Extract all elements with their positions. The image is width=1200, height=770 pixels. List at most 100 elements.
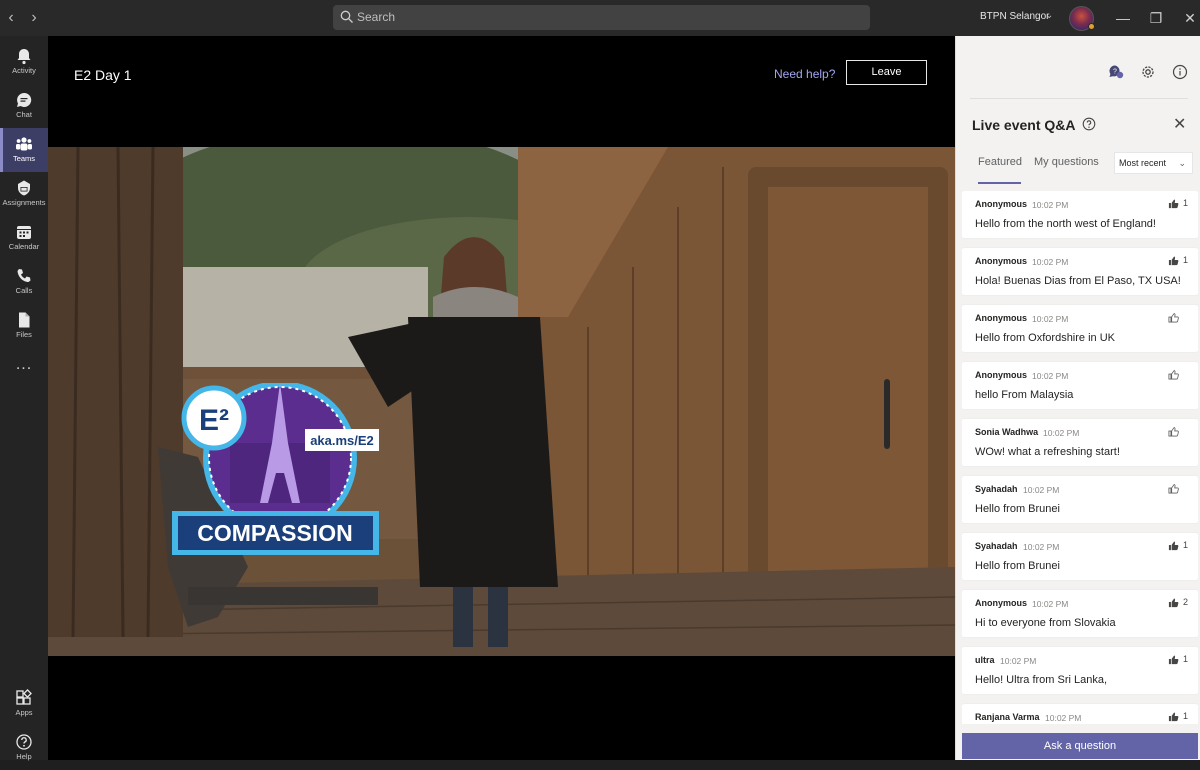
question-text: WOw! what a refreshing start!	[975, 446, 1120, 458]
presence-status-icon	[1088, 23, 1095, 30]
teams-icon	[16, 137, 32, 151]
tab-my-questions[interactable]: My questions	[1034, 156, 1099, 168]
rail-label: Files	[16, 330, 32, 339]
like-count: 2	[1183, 597, 1189, 607]
close-icon[interactable]: ✕	[1181, 9, 1199, 27]
rail-item-apps[interactable]: Apps	[0, 682, 48, 726]
badge-url: aka.ms/E2	[310, 433, 374, 448]
sort-label: Most recent	[1119, 158, 1167, 168]
leave-button[interactable]: Leave	[846, 60, 927, 85]
badge-logo: E²	[199, 404, 229, 437]
rail-item-calendar[interactable]: Calendar	[0, 216, 48, 260]
title-bar: ‹ › Search BTPN Selangor ⌄ — ❐ ✕	[0, 0, 1200, 36]
rail-item-teams[interactable]: Teams	[0, 128, 48, 172]
question-card[interactable]: Anonymous 10:02 PM Hello from the north we…	[962, 191, 1198, 238]
rail-item-calls[interactable]: Calls	[0, 260, 48, 304]
chevron-right-icon[interactable]: ›	[25, 8, 43, 28]
search-placeholder: Search	[357, 10, 396, 24]
rail-label: Apps	[15, 708, 33, 717]
svg-text:?: ?	[1113, 69, 1117, 76]
question-card[interactable]: Sonia Wadhwa 10:02 PM WOw! what a refreshi…	[962, 419, 1198, 466]
rail-item-assignments[interactable]: Assignments	[0, 172, 48, 216]
like-count: 1	[1183, 711, 1189, 721]
sort-dropdown[interactable]: Most recent ⌄	[1114, 152, 1193, 174]
chevron-down-icon[interactable]: ⌄	[1045, 10, 1053, 21]
question-author: ultra	[975, 655, 995, 665]
rail-item-chat[interactable]: Chat	[0, 84, 48, 128]
live-event-stage: E2 Day 1 Need help? Leave E² aka.ms/E2 C…	[48, 36, 955, 760]
search-icon	[340, 10, 353, 23]
question-author: Anonymous	[975, 199, 1028, 209]
thumbs-up-icon[interactable]	[1168, 426, 1179, 437]
rail-item-activity[interactable]: Activity	[0, 40, 48, 84]
gear-icon[interactable]	[1140, 64, 1156, 80]
question-author: Anonymous	[975, 313, 1028, 323]
rail-item-files[interactable]: Files	[0, 304, 48, 348]
rail-label: Chat	[16, 110, 32, 119]
rail-label: Teams	[12, 154, 36, 163]
question-list[interactable]: Anonymous 10:02 PM Hello from the north we…	[962, 191, 1198, 724]
question-author: Syahadah	[975, 484, 1018, 494]
badge-word: COMPASSION	[197, 520, 352, 546]
question-text: Hello from the north west of England!	[975, 218, 1156, 230]
question-card[interactable]: Anonymous 10:02 PM Hola! Buenas Dias from …	[962, 248, 1198, 295]
question-card[interactable]: Anonymous 10:02 PM Hello from Oxfordshire …	[962, 305, 1198, 352]
rail-label: Activity	[12, 66, 36, 75]
chevron-left-icon[interactable]: ‹	[2, 8, 20, 28]
phone-icon	[17, 269, 31, 282]
question-card[interactable]: Syahadah 10:02 PM Hello from Brunei	[962, 476, 1198, 523]
question-card[interactable]: Anonymous 10:02 PM hello From Malaysia	[962, 362, 1198, 409]
assignments-icon	[18, 180, 30, 196]
question-time: 10:02 PM	[1032, 599, 1069, 609]
ask-question-button[interactable]: Ask a question	[962, 733, 1198, 759]
qa-chat-icon[interactable]: ?	[1108, 64, 1124, 80]
thumbs-up-icon[interactable]	[1168, 654, 1179, 665]
question-text: Hello from Oxfordshire in UK	[975, 332, 1115, 344]
help-icon	[16, 734, 32, 750]
question-time: 10:02 PM	[1032, 200, 1069, 210]
qa-panel: ? Live event Q&A ✕ Featured My questions…	[955, 36, 1200, 760]
thumbs-up-icon[interactable]	[1168, 540, 1179, 551]
question-text: Hola! Buenas Dias from El Paso, TX USA!	[975, 275, 1181, 287]
thumbs-up-icon[interactable]	[1168, 369, 1179, 380]
org-switcher[interactable]: BTPN Selangor	[980, 11, 1049, 22]
close-icon[interactable]: ✕	[1173, 114, 1186, 134]
question-card[interactable]: ultra 10:02 PM Hello! Ultra from Sri Lanka…	[962, 647, 1198, 694]
question-card[interactable]: Anonymous 10:02 PM Hi to everyone from Slo…	[962, 590, 1198, 637]
question-time: 10:02 PM	[1032, 314, 1069, 324]
question-card[interactable]: Ranjana Varma 10:02 PM 1	[962, 704, 1198, 724]
search-input[interactable]: Search	[333, 5, 870, 30]
thumbs-up-icon[interactable]	[1168, 312, 1179, 323]
video-player[interactable]: E² aka.ms/E2 COMPASSION	[48, 147, 955, 656]
thumbs-up-icon[interactable]	[1168, 711, 1179, 722]
file-icon	[19, 312, 30, 328]
minimize-icon[interactable]: —	[1114, 9, 1132, 27]
rail-label: Calls	[15, 286, 33, 295]
question-time: 10:02 PM	[1032, 257, 1069, 267]
question-author: Anonymous	[975, 598, 1028, 608]
help-circle-icon[interactable]	[1082, 117, 1096, 131]
thumbs-up-icon[interactable]	[1168, 255, 1179, 266]
question-time: 10:02 PM	[1045, 713, 1082, 723]
question-text: Hi to everyone from Slovakia	[975, 617, 1116, 629]
rail-item-help[interactable]: Help	[0, 726, 48, 770]
active-tab-indicator	[978, 182, 1021, 184]
question-author: Anonymous	[975, 256, 1028, 266]
maximize-icon[interactable]: ❐	[1147, 9, 1165, 27]
need-help-link[interactable]: Need help?	[774, 67, 835, 81]
question-text: Hello from Brunei	[975, 560, 1060, 572]
question-card[interactable]: Syahadah 10:02 PM Hello from Brunei 1	[962, 533, 1198, 580]
thumbs-up-icon[interactable]	[1168, 597, 1179, 608]
like-count: 1	[1183, 255, 1189, 265]
bell-icon	[17, 49, 31, 65]
tab-featured[interactable]: Featured	[978, 156, 1022, 168]
app-rail: Activity Chat Teams Assignments Calendar…	[0, 36, 48, 761]
question-time: 10:02 PM	[1000, 656, 1037, 666]
question-text: Hello from Brunei	[975, 503, 1060, 515]
thumbs-up-icon[interactable]	[1168, 198, 1179, 209]
more-apps-icon[interactable]: ...	[0, 356, 48, 374]
info-icon[interactable]	[1172, 64, 1188, 80]
rail-label: Calendar	[8, 242, 40, 251]
like-count: 1	[1183, 540, 1189, 550]
thumbs-up-icon[interactable]	[1168, 483, 1179, 494]
